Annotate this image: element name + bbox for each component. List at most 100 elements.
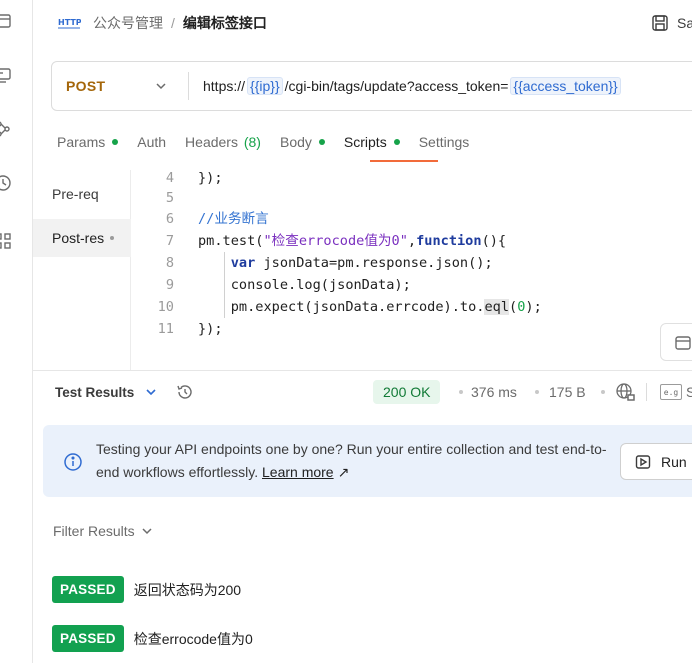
code-text: console.log(jsonData); xyxy=(198,277,411,293)
line-number: 4 xyxy=(165,170,174,186)
collections-icon[interactable] xyxy=(0,12,12,30)
play-icon xyxy=(635,454,651,469)
banner-text: Testing your API endpoints one by one? R… xyxy=(96,438,616,484)
globe-lock-icon[interactable] xyxy=(614,381,636,403)
line-number: 6 xyxy=(165,211,174,227)
save-response-label[interactable]: S xyxy=(686,381,692,403)
tab-params[interactable]: Params xyxy=(57,134,119,150)
code-line: 11}); xyxy=(140,318,223,340)
test-name: 返回状态码为200 xyxy=(133,581,242,598)
script-tab-pre-request[interactable]: Pre-req xyxy=(33,175,131,213)
tab-auth[interactable]: Auth xyxy=(137,134,166,150)
response-time[interactable]: 376 ms xyxy=(471,381,517,403)
tab-headers[interactable]: Headers (8) xyxy=(185,134,261,150)
snippets-button[interactable] xyxy=(660,323,692,361)
breadcrumb: HTTP 公众号管理 / 编辑标签接口 xyxy=(57,12,267,34)
snippets-icon xyxy=(675,336,691,350)
url-prefix: https:// xyxy=(203,78,246,94)
request-tabs: Params Auth Headers (8) Body Scripts Set… xyxy=(57,131,488,153)
url-variable-ip[interactable]: {{ip}} xyxy=(247,77,283,95)
breadcrumb-separator: / xyxy=(171,15,175,31)
code-line: 9 console.log(jsonData); xyxy=(140,274,411,296)
code-comment: //业务断言 xyxy=(198,211,269,227)
history-icon[interactable] xyxy=(176,383,194,401)
test-results-dropdown[interactable]: Test Results xyxy=(55,385,134,400)
response-bar: Test Results xyxy=(55,381,194,403)
tab-label: Auth xyxy=(137,134,167,150)
http-icon: HTTP xyxy=(58,18,81,29)
separator-dot xyxy=(535,390,539,394)
line-number: 8 xyxy=(165,255,174,271)
filter-label: Filter Results xyxy=(53,523,135,539)
line-number: 9 xyxy=(165,277,174,293)
code-line: 8 var jsonData=pm.response.json(); xyxy=(140,252,493,274)
svg-text:HTTP: HTTP xyxy=(58,18,81,27)
separator-dot xyxy=(459,390,463,394)
tab-scripts[interactable]: Scripts xyxy=(344,134,400,150)
history-icon[interactable] xyxy=(0,174,12,192)
script-tab-label: Pre-req xyxy=(52,186,99,202)
status-dot xyxy=(393,139,400,145)
example-icon[interactable]: e.g xyxy=(660,384,682,400)
code-text: pm.test("检查errocode值为0",function(){ xyxy=(198,233,507,249)
method-select[interactable]: POST xyxy=(52,62,188,110)
run-label: Run xyxy=(661,453,687,470)
indent-guide xyxy=(224,252,225,318)
tab-settings[interactable]: Settings xyxy=(419,134,470,150)
chevron-down-icon xyxy=(156,83,166,90)
chevron-down-icon[interactable] xyxy=(144,385,158,399)
save-icon xyxy=(652,15,668,31)
chevron-down-icon xyxy=(142,528,152,535)
test-name: 检查errocode值为0 xyxy=(133,630,253,647)
code-line: 10 pm.expect(jsonData.errcode).to.eql(0)… xyxy=(140,296,542,318)
tab-label: Scripts xyxy=(343,134,387,150)
url-variable-token[interactable]: {{access_token}} xyxy=(510,77,621,95)
external-link-icon[interactable]: ↗ xyxy=(338,464,350,480)
tab-label: Params xyxy=(57,134,106,150)
status-dot xyxy=(110,236,115,240)
code-text: }); xyxy=(198,321,223,337)
line-number: 5 xyxy=(165,190,174,206)
script-editor[interactable]: 4}); 5 6 //业务断言 7 pm.test("检查errocode值为0",… xyxy=(140,168,692,338)
learn-more-link[interactable]: Learn more xyxy=(262,464,334,480)
script-tab-post-response[interactable]: Post-res xyxy=(33,219,131,257)
script-tabs: Pre-req Post-res xyxy=(33,170,131,370)
breadcrumb-section[interactable]: 公众号管理 xyxy=(93,13,163,33)
divider xyxy=(646,383,647,401)
tab-label: Headers xyxy=(185,134,238,150)
code-text: var jsonData=pm.response.json(); xyxy=(230,255,493,271)
separator-dot xyxy=(601,390,605,394)
apps-icon[interactable] xyxy=(0,232,12,250)
divider xyxy=(188,72,189,100)
test-result-row: PASSED 检查errocode值为0 xyxy=(52,625,253,652)
test-result-row: PASSED 返回状态码为200 xyxy=(52,576,241,603)
status-badge[interactable]: 200 OK xyxy=(373,380,441,404)
environments-icon[interactable] xyxy=(0,66,12,84)
info-icon xyxy=(64,453,82,471)
filter-results-dropdown[interactable]: Filter Results xyxy=(53,520,153,542)
flows-icon[interactable] xyxy=(0,120,12,138)
code-line: 7 pm.test("检查errocode值为0",function(){ xyxy=(140,230,506,252)
response-size[interactable]: 175 B xyxy=(549,381,586,403)
tab-body[interactable]: Body xyxy=(280,134,325,150)
run-collection-button[interactable]: Run xyxy=(620,443,692,480)
url-input[interactable]: https:// {{ip}} /cgi-bin/tags/update?acc… xyxy=(203,62,623,110)
line-number: 10 xyxy=(157,299,174,315)
tab-label: Body xyxy=(279,134,312,150)
save-button[interactable]: Sa xyxy=(651,12,692,34)
active-tab-indicator xyxy=(370,160,438,162)
left-icon-rail xyxy=(0,0,33,663)
status-dot xyxy=(318,139,325,145)
headers-count: (8) xyxy=(243,134,261,150)
request-name[interactable]: 编辑标签接口 xyxy=(183,13,267,33)
script-tab-label: Post-res xyxy=(52,230,105,246)
method-label: POST xyxy=(66,78,106,94)
line-number: 11 xyxy=(157,321,174,337)
code-line: 5 xyxy=(140,187,198,209)
info-banner: Testing your API endpoints one by one? R… xyxy=(43,425,692,497)
save-label: Sa xyxy=(677,15,692,31)
code-text: pm.expect(jsonData.errcode).to.eql(0); xyxy=(198,299,542,315)
banner-message: Testing your API endpoints one by one? R… xyxy=(96,441,607,480)
tab-label: Settings xyxy=(418,134,470,150)
code-text: }); xyxy=(198,170,223,186)
